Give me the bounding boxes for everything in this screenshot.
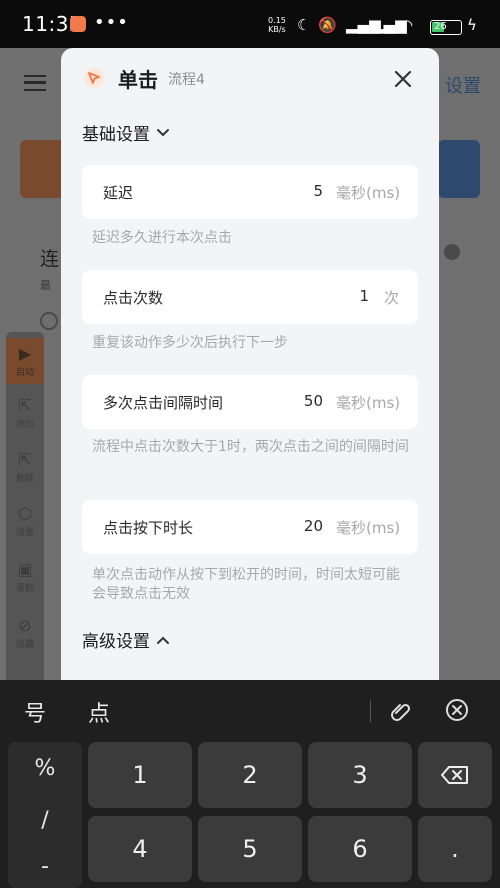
key-1[interactable]: 1 [88,742,192,808]
sidebar-item-label: 隐藏 [15,640,34,650]
key-2[interactable]: 2 [198,742,302,808]
numeric-keyboard: 号 点 % / - 1 2 3 4 5 6 . [0,680,500,888]
sidebar-item-hide: ⊘ 隐藏 [6,616,44,650]
status-bar: 11:35 ••• 0.15 KB/s ☾ 🔕 ▂▄▆ ▂▄▆ ◠ 26 ϟ [0,0,500,48]
candidate-word[interactable]: 点 [88,696,110,728]
background-button-left [20,140,65,198]
clipboard-icon[interactable] [386,696,414,724]
sidebar-item-add: ⇱ 添加 [6,396,44,430]
basic-settings-toggle[interactable]: 基础设置 [82,120,170,145]
symbol-key-percent[interactable]: % [8,756,82,781]
advanced-settings-label: 高级设置 [82,632,150,652]
background-play-icon [40,312,58,330]
cursor-click-icon [84,68,104,88]
field-help: 流程中点击次数大于1时，两次点击之间的间隔时间 [92,439,409,455]
battery-icon: 26 [430,20,462,35]
basic-settings-label: 基础设置 [82,125,150,145]
field-label: 延迟 [103,184,134,202]
sidebar-item-start: ▶ 启动 [6,338,44,384]
modal-subtitle: 流程4 [168,72,205,88]
key-3[interactable]: 3 [308,742,412,808]
sidebar-item-label: 添加 [15,420,34,430]
field-help: 单次点击动作从按下到松开的时间，时间太短可能会导致点击无效 [92,567,400,602]
record-icon: ▣ [17,560,33,579]
candidate-word[interactable]: 号 [24,696,46,728]
add-pointer-icon: ⇱ [18,396,32,415]
charging-icon: ϟ [467,16,477,34]
close-keyboard-icon[interactable] [443,696,471,724]
symbol-column: % / - [8,742,82,888]
field-help: 延迟多久进行本次点击 [92,230,232,246]
sidebar-item-record: ▣ 录制 [6,560,44,594]
field-unit: 毫秒(ms) [336,519,401,537]
sidebar-item-label: 删除 [15,474,34,484]
field-label: 点击按下时长 [103,519,194,537]
modal-header: 单击 流程4 [61,48,439,108]
play-icon: ▶ [18,344,32,363]
sidebar-item-label: 启动 [15,368,34,378]
sidebar-item-label: 录制 [15,584,34,594]
chevron-up-icon [157,636,169,644]
key-5[interactable]: 5 [198,816,302,882]
background-settings-link: 设置 [445,76,481,97]
divider [370,700,371,722]
field-unit: 次 [384,289,400,307]
keyboard-candidate-bar: 号 点 [0,680,500,740]
background-close-icon [444,244,460,260]
mute-icon: 🔕 [318,16,337,34]
background-subtitle: 最 [40,279,51,292]
click-count-input[interactable]: 1 [359,287,369,305]
delay-input[interactable]: 5 [313,182,323,200]
network-speed: 0.15 KB/s [268,16,286,34]
symbol-key-minus[interactable]: - [8,854,82,879]
field-label: 点击次数 [103,289,164,307]
wifi-icon: ◠ [400,16,414,34]
hexagon-settings-icon: ⬡ [18,504,32,523]
click-interval-field[interactable]: 多次点击间隔时间 50 毫秒(ms) [82,375,418,429]
background-button-right [438,140,480,198]
backspace-icon [441,766,468,784]
battery-level: 26 [434,21,447,32]
background-title: 连 [40,248,60,270]
click-settings-modal: 单击 流程4 基础设置 延迟 5 毫秒(ms) 延迟多久进行本次点击 点击次数 … [61,48,439,680]
more-notifications-icon: ••• [94,12,129,33]
key-6[interactable]: 6 [308,816,412,882]
sidebar-item-label: 设置 [15,528,34,538]
network-speed-value: 0.15 [268,16,286,25]
modal-title: 单击 [118,68,158,92]
dnd-moon-icon: ☾ [297,16,311,34]
chevron-down-icon [157,128,169,136]
backspace-key[interactable] [418,742,492,808]
field-label: 多次点击间隔时间 [103,394,224,412]
symbol-key-slash[interactable]: / [8,808,82,833]
click-interval-input[interactable]: 50 [304,392,323,410]
sidebar-item-delete: ⇱ 删除 [6,450,44,484]
field-unit: 毫秒(ms) [336,184,401,202]
app-notification-icon [70,16,86,32]
menu-icon [24,75,46,91]
remove-pointer-icon: ⇱ [18,450,32,469]
key-4[interactable]: 4 [88,816,192,882]
field-help: 重复该动作多少次后执行下一步 [92,335,288,351]
network-speed-unit: KB/s [268,25,286,34]
key-dot[interactable]: . [418,816,492,882]
sidebar-item-settings: ⬡ 设置 [6,504,44,538]
hide-icon: ⊘ [18,616,32,635]
press-duration-field[interactable]: 点击按下时长 20 毫秒(ms) [82,500,418,554]
press-duration-input[interactable]: 20 [304,517,323,535]
delay-field[interactable]: 延迟 5 毫秒(ms) [82,165,418,219]
advanced-settings-toggle[interactable]: 高级设置 [82,627,170,652]
field-unit: 毫秒(ms) [336,394,401,412]
click-count-field[interactable]: 点击次数 1 次 [82,270,418,324]
close-icon[interactable] [389,65,417,93]
background-sidebar: ▶ 启动 ⇱ 添加 ⇱ 删除 ⬡ 设置 ▣ 录制 ⊘ 隐藏 [6,332,44,680]
